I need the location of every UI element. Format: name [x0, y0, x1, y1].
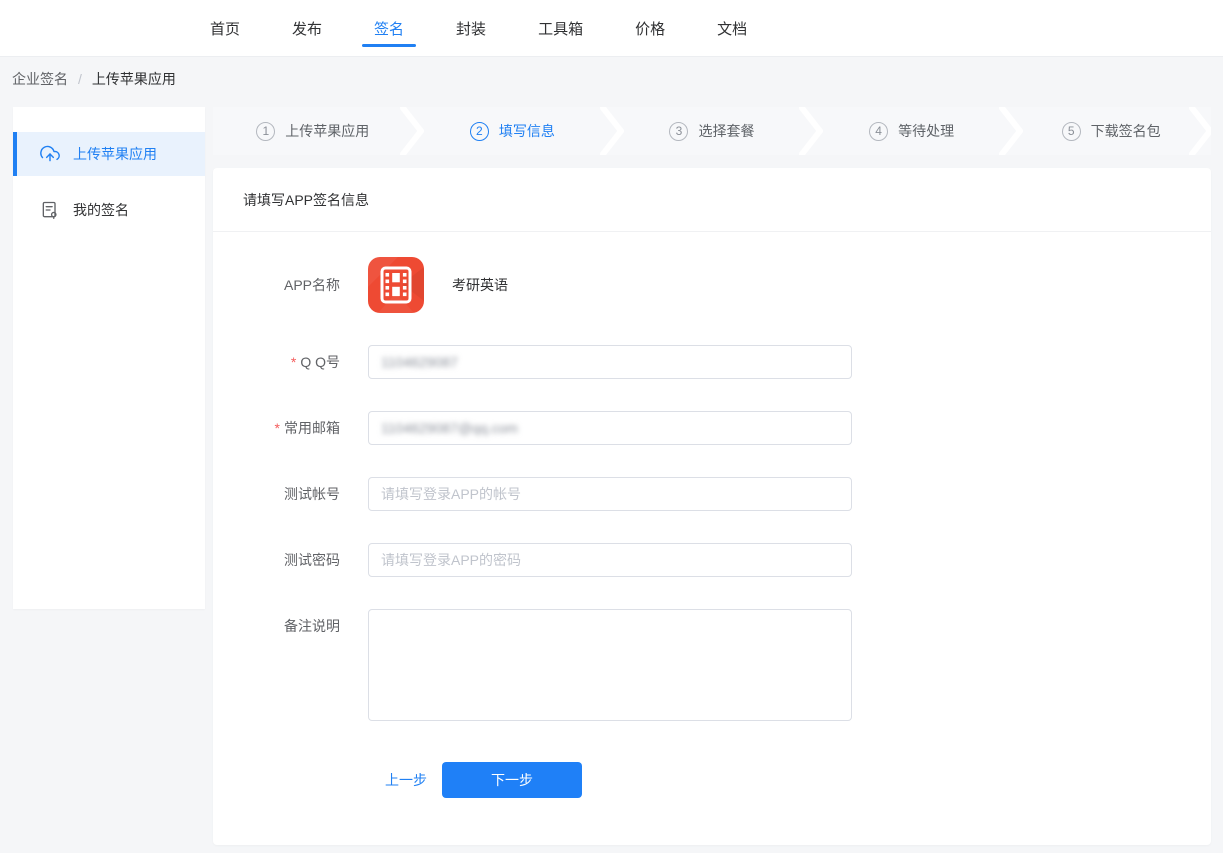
form-actions: 上一步 下一步: [213, 762, 1211, 798]
field-label: APP名称: [213, 257, 340, 313]
film-app-icon: [368, 257, 424, 313]
remarks-textarea[interactable]: [368, 609, 852, 721]
test-password-input[interactable]: [368, 543, 852, 577]
nav-item-package[interactable]: 封装: [454, 0, 488, 56]
wizard-step-2-active: 2 填写信息: [413, 107, 613, 155]
prev-step-link[interactable]: 上一步: [385, 770, 427, 790]
nav-item-price[interactable]: 价格: [633, 0, 667, 56]
form-row-app-name: APP名称: [213, 257, 1211, 313]
nav-item-toolbox[interactable]: 工具箱: [536, 0, 585, 56]
wizard-step-4: 4 等待处理: [812, 107, 1012, 155]
sidebar: 上传苹果应用 我的签名: [13, 107, 205, 609]
signature-doc-icon: [40, 200, 60, 220]
sidebar-item-upload-ios-app[interactable]: 上传苹果应用: [13, 132, 205, 176]
required-asterisk: *: [291, 354, 296, 370]
top-header: 首页 发布 签名 封装 工具箱 价格 文档: [0, 0, 1223, 57]
breadcrumb-separator: /: [78, 71, 82, 87]
form-row-test-password: 测试密码: [213, 543, 1211, 577]
panel-title: 请填写APP签名信息: [213, 168, 1211, 232]
wizard-step-5: 5 下载签名包: [1011, 107, 1211, 155]
form-row-qq: *Q Q号 1104629087: [213, 345, 1211, 379]
sign-info-form: APP名称: [213, 232, 1211, 798]
app-name-value: 考研英语: [452, 275, 508, 295]
form-row-test-account: 测试帐号: [213, 477, 1211, 511]
breadcrumb: 企业签名 / 上传苹果应用: [0, 57, 176, 101]
cloud-upload-icon: [40, 144, 60, 164]
step-wizard: 1 上传苹果应用 2 填写信息 3 选择套餐 4 等待处理 5 下载签名包: [213, 107, 1211, 155]
next-step-button[interactable]: 下一步: [442, 762, 582, 798]
masked-value: 1104629087: [381, 354, 458, 370]
nav-item-sign[interactable]: 签名: [372, 0, 406, 56]
step-label: 填写信息: [499, 121, 555, 141]
wizard-step-3: 3 选择套餐: [612, 107, 812, 155]
required-asterisk: *: [275, 420, 280, 436]
sidebar-menu: 上传苹果应用 我的签名: [13, 107, 205, 232]
masked-value: 1104629087@qq.com: [381, 420, 518, 436]
step-label: 上传苹果应用: [285, 121, 369, 141]
field-label: 备注说明: [213, 609, 340, 643]
step-number-badge: 1: [256, 122, 275, 141]
step-number-badge: 4: [869, 122, 888, 141]
nav-item-publish[interactable]: 发布: [290, 0, 324, 56]
test-account-input[interactable]: [368, 477, 852, 511]
field-label: 测试帐号: [213, 477, 340, 511]
sidebar-item-label: 我的签名: [73, 200, 129, 220]
step-number-badge: 2: [470, 122, 489, 141]
field-label: *Q Q号: [213, 345, 340, 379]
step-label: 等待处理: [898, 121, 954, 141]
main-content: 1 上传苹果应用 2 填写信息 3 选择套餐 4 等待处理 5 下载签名包 请填…: [213, 107, 1211, 845]
form-row-email: *常用邮箱 1104629087@qq.com: [213, 411, 1211, 445]
step-number-badge: 3: [669, 122, 688, 141]
breadcrumb-item-enterprise-sign[interactable]: 企业签名: [12, 69, 68, 89]
step-number-badge: 5: [1062, 122, 1081, 141]
sign-info-panel: 请填写APP签名信息 APP名称: [213, 168, 1211, 845]
field-label: *常用邮箱: [213, 411, 340, 445]
wizard-step-1: 1 上传苹果应用: [213, 107, 413, 155]
form-row-remarks: 备注说明: [213, 609, 1211, 721]
sidebar-item-label: 上传苹果应用: [73, 144, 157, 164]
main-nav: 首页 发布 签名 封装 工具箱 价格 文档: [208, 0, 1223, 56]
breadcrumb-item-upload-ios-app: 上传苹果应用: [92, 69, 176, 89]
nav-item-docs[interactable]: 文档: [715, 0, 749, 56]
sidebar-item-my-signatures[interactable]: 我的签名: [13, 188, 205, 232]
step-label: 下载签名包: [1091, 121, 1161, 141]
qq-number-input[interactable]: 1104629087: [368, 345, 852, 379]
email-input[interactable]: 1104629087@qq.com: [368, 411, 852, 445]
field-label: 测试密码: [213, 543, 340, 577]
nav-item-home[interactable]: 首页: [208, 0, 242, 56]
step-label: 选择套餐: [698, 121, 754, 141]
